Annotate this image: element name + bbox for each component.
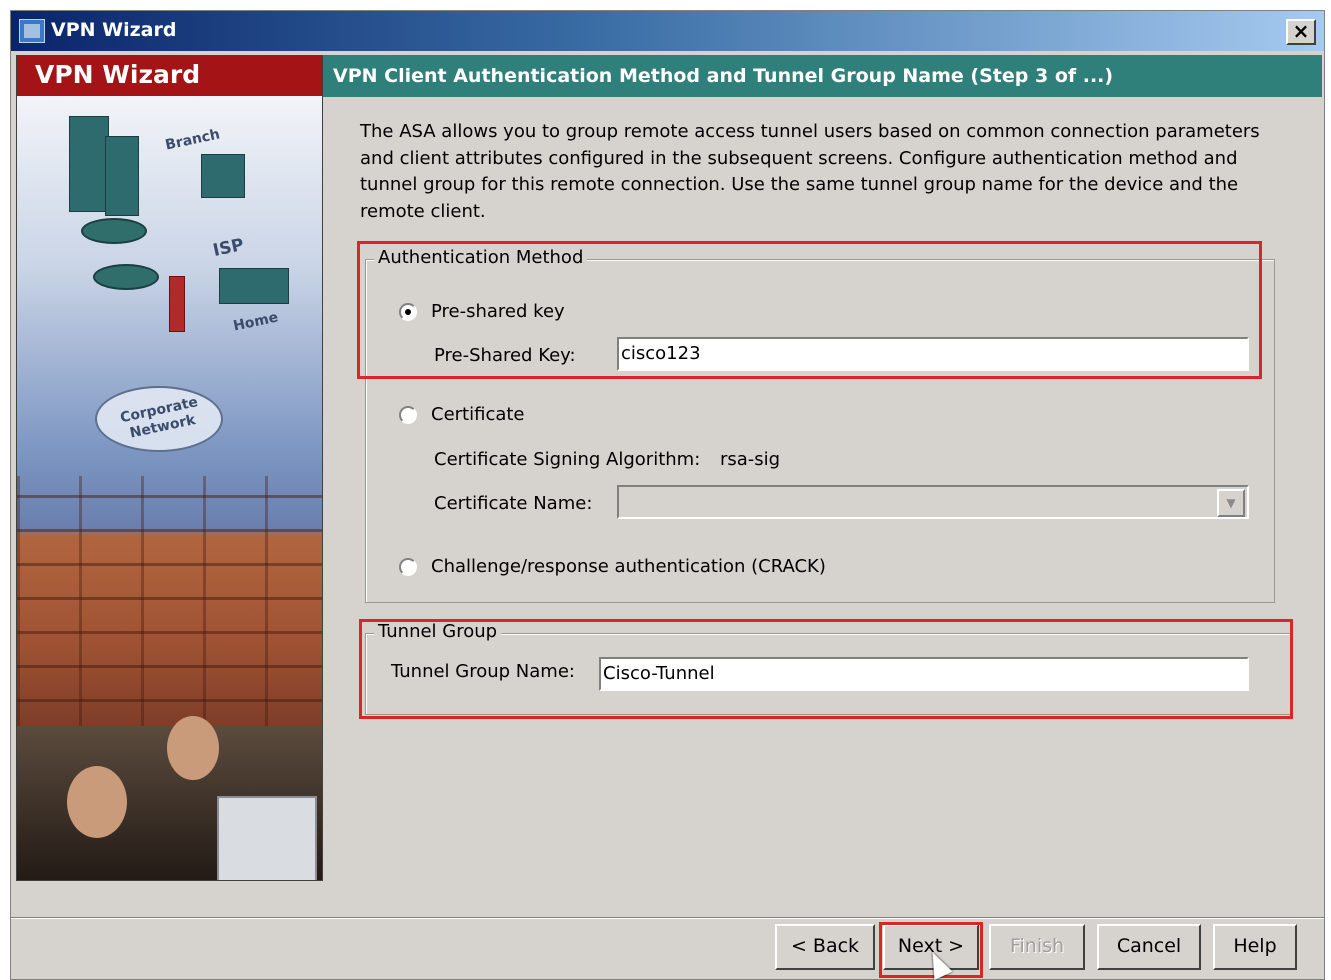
art-label-branch: Branch (163, 126, 222, 154)
radio-crack[interactable]: Challenge/response authentication (CRACK… (399, 556, 826, 577)
radio-certificate[interactable]: Certificate (399, 404, 525, 425)
title-bar: VPN Wizard × (11, 11, 1324, 51)
person-head (167, 716, 219, 780)
description-text: The ASA allows you to group remote acces… (360, 121, 1260, 222)
radio-label: Challenge/response authentication (CRACK… (431, 556, 826, 577)
brick-wall (17, 476, 322, 736)
certificate-name-select[interactable]: ▼ (617, 485, 1249, 519)
person-head (67, 766, 127, 838)
building-icon (105, 136, 139, 216)
cancel-button[interactable]: Cancel (1097, 924, 1201, 970)
sidebar-title: VPN Wizard (17, 56, 322, 96)
radio-button-icon[interactable] (399, 302, 417, 321)
vpn-wizard-window: VPN Wizard × VPN Wizard Branch ISP Home … (10, 10, 1325, 980)
step-title: VPN Client Authentication Method and Tun… (323, 55, 1322, 97)
cert-alg-label: Certificate Signing Algorithm: (434, 449, 701, 470)
tunnel-group-name-input[interactable]: Cisco-Tunnel (599, 657, 1249, 691)
tunnel-group-legend: Tunnel Group (374, 621, 502, 642)
window-title: VPN Wizard (51, 19, 177, 41)
art-label-corporate: Corporate Network (118, 394, 200, 442)
wizard-sidebar: VPN Wizard Branch ISP Home Corporate Net… (16, 55, 323, 881)
cloud-icon: Corporate Network (95, 386, 223, 452)
app-icon (19, 19, 45, 43)
footer-separator (11, 917, 1324, 919)
radio-button-icon[interactable] (399, 557, 417, 576)
auth-method-legend: Authentication Method (374, 247, 588, 268)
psk-field-label: Pre-Shared Key: (434, 345, 576, 366)
radio-button-icon[interactable] (399, 405, 417, 424)
cert-alg-value: rsa-sig (720, 449, 781, 470)
close-button[interactable]: × (1286, 19, 1316, 45)
help-button[interactable]: Help (1213, 924, 1297, 970)
firewall-icon (169, 276, 185, 332)
home-computer-icon (219, 268, 289, 304)
building-icon (69, 116, 109, 212)
tunnel-name-label: Tunnel Group Name: (391, 661, 575, 682)
network-illustration: Branch ISP Home Corporate Network (17, 96, 322, 880)
people-photo (17, 716, 322, 880)
branch-building-icon (201, 154, 245, 198)
radio-label: Pre-shared key (431, 301, 565, 322)
art-label-home: Home (231, 309, 280, 335)
radio-pre-shared-key[interactable]: Pre-shared key (399, 301, 565, 322)
back-button[interactable]: < Back (775, 924, 875, 970)
chevron-down-icon[interactable]: ▼ (1217, 489, 1245, 517)
finish-button[interactable]: Finish (989, 924, 1085, 970)
router-icon (93, 264, 159, 290)
router-icon (81, 218, 147, 244)
radio-label: Certificate (431, 404, 525, 425)
cert-name-label: Certificate Name: (434, 493, 593, 514)
monitor-icon (217, 796, 317, 880)
art-label-isp: ISP (211, 234, 246, 262)
pre-shared-key-input[interactable]: cisco123 (617, 337, 1249, 371)
